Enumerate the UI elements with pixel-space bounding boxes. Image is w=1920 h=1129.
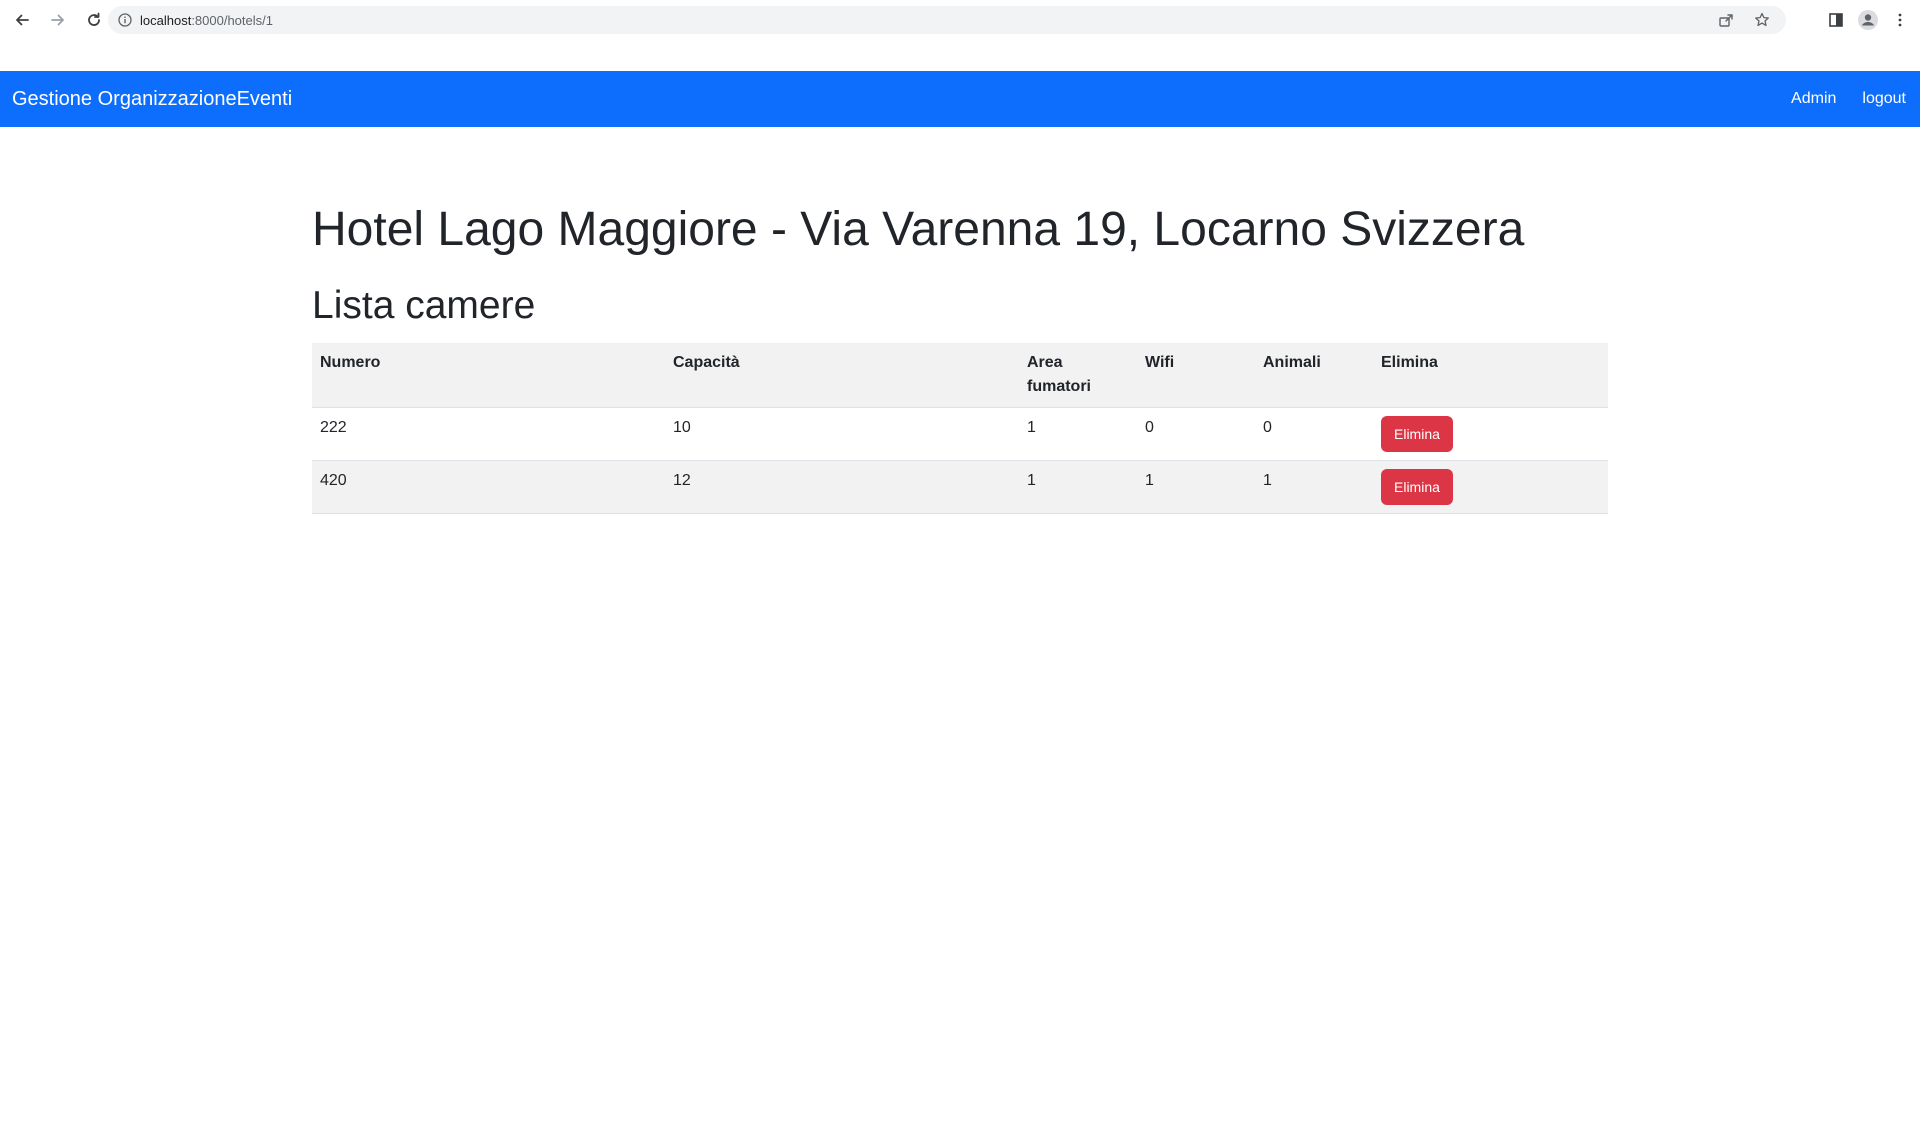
back-arrow-icon xyxy=(16,14,29,26)
url-text: localhost:8000/hotels/1 xyxy=(140,13,273,28)
delete-button[interactable]: Elimina xyxy=(1381,469,1453,506)
header-elimina: Elimina xyxy=(1373,343,1608,409)
cell-wifi: 1 xyxy=(1137,460,1255,515)
reload-button[interactable] xyxy=(78,4,110,36)
cell-animali: 0 xyxy=(1255,407,1373,462)
navbar-brand[interactable]: Gestione OrganizzazioneEventi xyxy=(12,88,292,111)
nav-link-admin[interactable]: Admin xyxy=(1778,90,1849,108)
address-bar[interactable]: localhost:8000/hotels/1 xyxy=(108,6,1786,34)
menu-dots-icon[interactable] xyxy=(1888,8,1912,32)
cell-action: Elimina xyxy=(1373,407,1608,462)
header-animali: Animali xyxy=(1255,343,1373,409)
delete-button[interactable]: Elimina xyxy=(1381,416,1453,453)
rooms-table: Numero Capacità Area fumatori Wifi Anima… xyxy=(312,343,1608,515)
url-path: :8000/hotels/1 xyxy=(191,12,273,28)
cell-area-fumatori: 1 xyxy=(1019,460,1137,515)
star-icon[interactable] xyxy=(1750,8,1774,32)
back-button[interactable] xyxy=(6,4,38,36)
url-host: localhost xyxy=(140,12,192,28)
info-icon[interactable] xyxy=(118,13,132,27)
share-icon[interactable] xyxy=(1714,8,1738,32)
section-title: Lista camere xyxy=(312,283,536,327)
cell-capacita: 10 xyxy=(665,407,1019,462)
nav-link-logout[interactable]: logout xyxy=(1849,90,1908,108)
header-area-fumatori: Area fumatori xyxy=(1019,343,1137,409)
table-row: 420 12 1 1 1 Elimina xyxy=(312,460,1608,515)
table-header-row: Numero Capacità Area fumatori Wifi Anima… xyxy=(312,343,1608,409)
reload-icon xyxy=(88,12,100,26)
forward-arrow-icon xyxy=(51,14,64,26)
cell-wifi: 0 xyxy=(1137,407,1255,462)
cell-numero: 222 xyxy=(312,407,665,462)
cell-numero: 420 xyxy=(312,460,665,515)
profile-icon[interactable] xyxy=(1856,8,1880,32)
table-row: 222 10 1 0 0 Elimina xyxy=(312,407,1608,462)
cell-capacita: 12 xyxy=(665,460,1019,515)
header-capacita: Capacità xyxy=(665,343,1019,409)
app-navbar: Gestione OrganizzazioneEventi Admin logo… xyxy=(0,71,1920,127)
cell-animali: 1 xyxy=(1255,460,1373,515)
page-title: Hotel Lago Maggiore - Via Varenna 19, Lo… xyxy=(312,203,1525,256)
forward-button[interactable] xyxy=(42,4,74,36)
header-wifi: Wifi xyxy=(1137,343,1255,409)
main-content: Hotel Lago Maggiore - Via Varenna 19, Lo… xyxy=(312,127,1608,515)
cell-action: Elimina xyxy=(1373,460,1608,515)
navbar-links: Admin logout xyxy=(1778,90,1908,108)
side-panel-icon[interactable] xyxy=(1824,8,1848,32)
cell-area-fumatori: 1 xyxy=(1019,407,1137,462)
header-numero: Numero xyxy=(312,343,665,409)
browser-toolbar: localhost:8000/hotels/1 xyxy=(0,0,1920,40)
